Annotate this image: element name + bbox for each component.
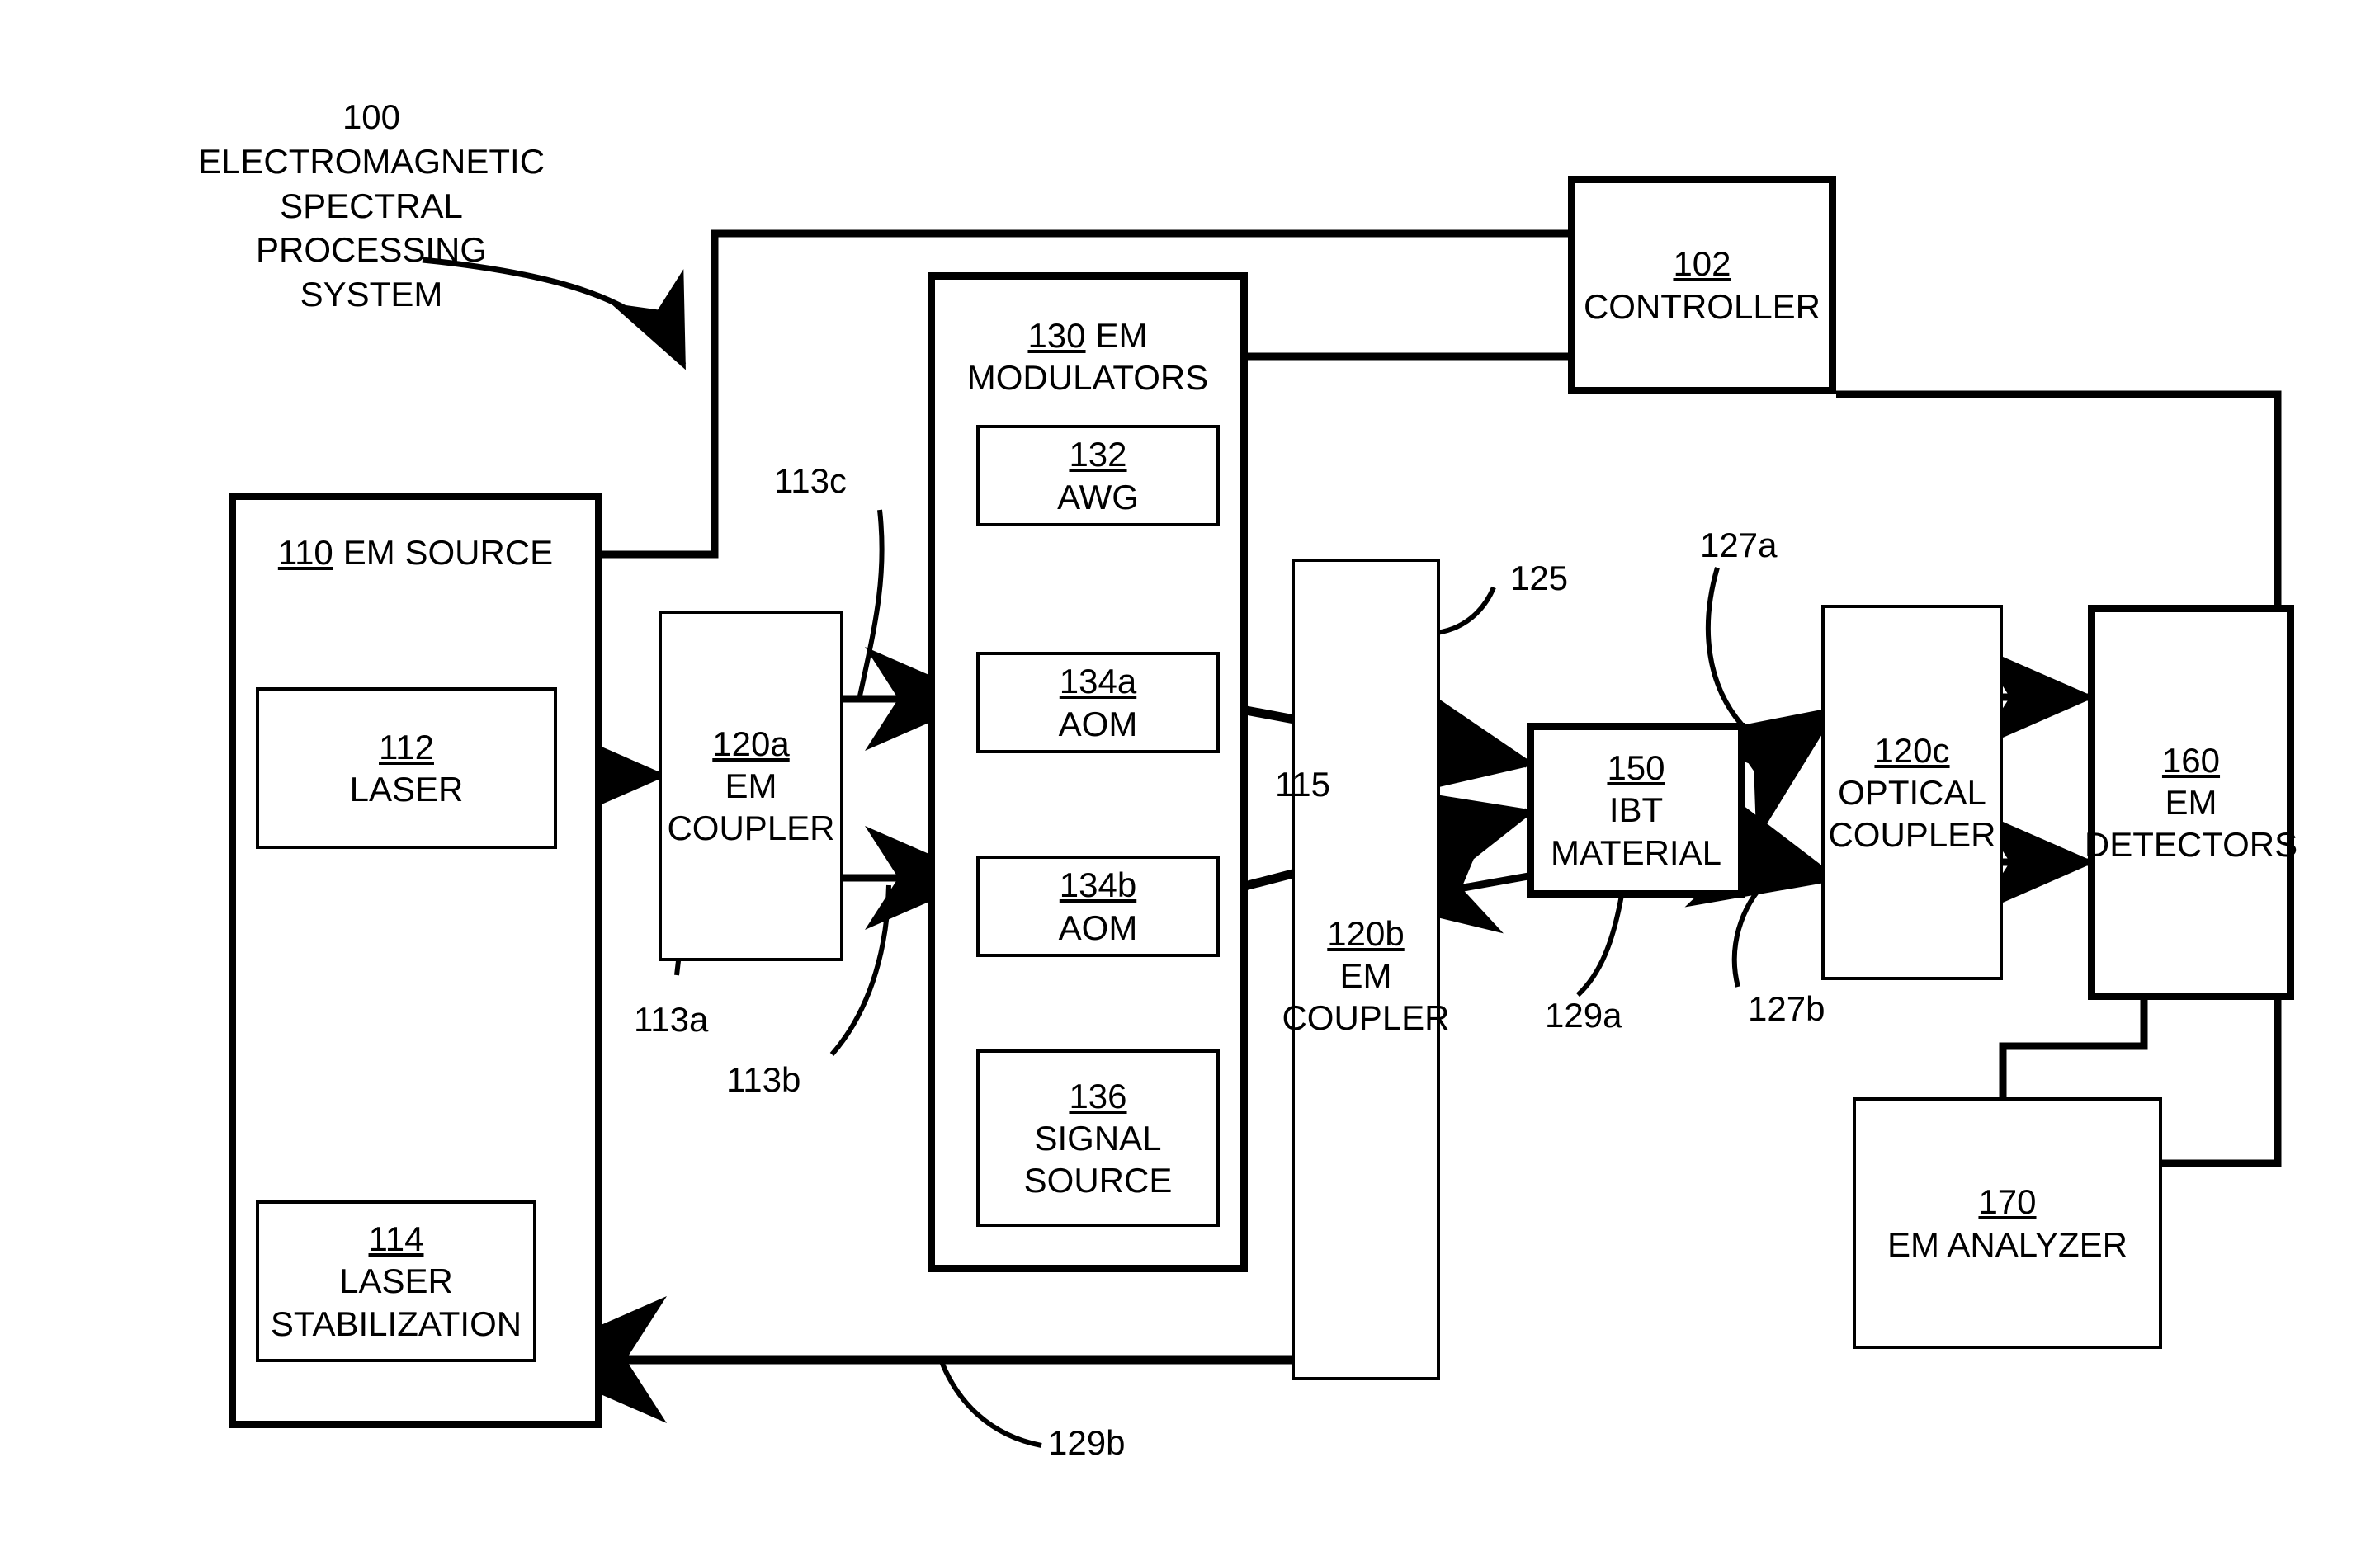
aom-134a-label: AOM bbox=[1058, 704, 1138, 743]
aom-134a-ref: 134a bbox=[1059, 662, 1137, 701]
callout-113c: 113c bbox=[774, 461, 847, 500]
em-coupler-120b-ref: 120b bbox=[1327, 914, 1405, 953]
optical-coupler-120c-label-1: OPTICAL bbox=[1838, 772, 1986, 812]
ibt-material-label-2: MATERIAL bbox=[1551, 832, 1721, 872]
aom-134b-ref: 134b bbox=[1059, 865, 1137, 905]
figure-title-line-3: PROCESSING bbox=[255, 230, 488, 270]
laser-ref: 112 bbox=[379, 727, 434, 766]
figure-title-line-4: SYSTEM bbox=[300, 275, 443, 314]
em-modulators-inline-label: EM bbox=[1095, 316, 1148, 355]
controller-ref: 102 bbox=[1673, 244, 1731, 284]
figure-title: 100 ELECTROMAGNETIC SPECTRAL PROCESSING … bbox=[198, 95, 545, 317]
em-source-label: EM SOURCE bbox=[342, 533, 554, 572]
callout-127a: 127a bbox=[1700, 526, 1778, 564]
callout-125: 125 bbox=[1510, 559, 1569, 597]
em-coupler-120a-label-2: COUPLER bbox=[667, 809, 835, 848]
em-coupler-120b-label-1: EM bbox=[1339, 956, 1392, 996]
leader-129a bbox=[1575, 894, 1624, 997]
block-ibt-material[interactable]: 150 IBT MATERIAL bbox=[1527, 723, 1745, 898]
block-signal-source[interactable]: 136 SIGNAL SOURCE bbox=[976, 1049, 1220, 1227]
block-laser-stabilization[interactable]: 114 LASER STABILIZATION bbox=[256, 1200, 536, 1362]
optical-coupler-120c-ref: 120c bbox=[1874, 730, 1950, 770]
em-analyzer-label: EM ANALYZER bbox=[1887, 1224, 2127, 1264]
ibt-material-label-1: IBT bbox=[1608, 790, 1664, 830]
block-aom-134a[interactable]: 134a AOM bbox=[976, 652, 1220, 753]
block-optical-coupler-120c[interactable]: 120c OPTICAL COUPLER bbox=[1821, 605, 2003, 980]
wire-detectors-to-em-analyzer bbox=[1999, 1000, 2148, 1097]
leader-113c bbox=[857, 509, 885, 700]
em-modulators-title: 130 EM bbox=[1027, 314, 1147, 356]
signal-source-label-2: SOURCE bbox=[1023, 1161, 1173, 1200]
optical-coupler-120c-label-2: COUPLER bbox=[1828, 815, 1996, 855]
em-source-title: 110 EM SOURCE bbox=[278, 531, 553, 573]
signal-source-label-1: SIGNAL bbox=[1034, 1118, 1162, 1158]
em-coupler-120a-ref: 120a bbox=[712, 724, 790, 763]
block-em-coupler-120b[interactable]: 120b EM COUPLER bbox=[1282, 559, 1450, 1380]
callout-127b: 127b bbox=[1748, 989, 1825, 1028]
callout-115: 115 bbox=[1275, 765, 1330, 804]
controller-label: CONTROLLER bbox=[1583, 286, 1821, 326]
ibt-material-ref: 150 bbox=[1607, 748, 1665, 788]
block-controller[interactable]: 102 CONTROLLER bbox=[1568, 176, 1836, 394]
figure-ref-100: 100 bbox=[342, 97, 401, 136]
em-detectors-ref: 160 bbox=[2161, 740, 2221, 780]
em-coupler-120a-label-1: EM bbox=[725, 766, 777, 805]
block-em-analyzer[interactable]: 170 EM ANALYZER bbox=[1853, 1097, 2162, 1349]
callout-113a: 113a bbox=[634, 1000, 709, 1039]
aom-134b-label: AOM bbox=[1058, 908, 1138, 947]
block-laser[interactable]: 112 LASER bbox=[256, 687, 557, 849]
awg-label: AWG bbox=[1057, 477, 1139, 516]
laser-stabilization-label-1: LASER bbox=[339, 1261, 453, 1301]
em-detectors-label-2: DETECTORS bbox=[2084, 825, 2298, 865]
em-modulators-label: MODULATORS bbox=[966, 358, 1209, 398]
callout-113b: 113b bbox=[726, 1060, 801, 1099]
leader-127a bbox=[1705, 567, 1745, 728]
em-detectors-label-1: EM bbox=[2165, 782, 2217, 822]
callout-129b: 129b bbox=[1048, 1423, 1126, 1462]
em-coupler-120b-label-2: COUPLER bbox=[1282, 998, 1450, 1038]
awg-ref: 132 bbox=[1069, 435, 1127, 474]
block-em-coupler-120a[interactable]: 120a EM COUPLER bbox=[659, 611, 843, 961]
em-modulators-ref: 130 bbox=[1027, 316, 1086, 355]
block-aom-134b[interactable]: 134b AOM bbox=[976, 856, 1220, 957]
block-em-detectors[interactable]: 160 EM DETECTORS bbox=[2084, 605, 2298, 1000]
laser-stabilization-label-2: STABILIZATION bbox=[270, 1304, 522, 1343]
signal-source-ref: 136 bbox=[1069, 1076, 1127, 1115]
block-awg[interactable]: 132 AWG bbox=[976, 425, 1220, 526]
figure-title-line-2: SPECTRAL bbox=[280, 186, 463, 225]
patent-figure: 100 ELECTROMAGNETIC SPECTRAL PROCESSING … bbox=[0, 0, 2380, 1542]
em-analyzer-ref: 170 bbox=[1978, 1182, 2037, 1222]
laser-label: LASER bbox=[349, 770, 464, 809]
figure-title-line-1: ELECTROMAGNETIC bbox=[198, 141, 545, 181]
laser-stabilization-ref: 114 bbox=[368, 1219, 424, 1259]
beam-127b-ibt-to-optical-coupler bbox=[1684, 783, 1841, 908]
em-source-ref: 110 bbox=[277, 533, 333, 572]
callout-129a: 129a bbox=[1545, 996, 1622, 1035]
beam-127a-ibt-to-optical-coupler bbox=[1683, 705, 1840, 842]
leader-129b bbox=[938, 1358, 1042, 1448]
